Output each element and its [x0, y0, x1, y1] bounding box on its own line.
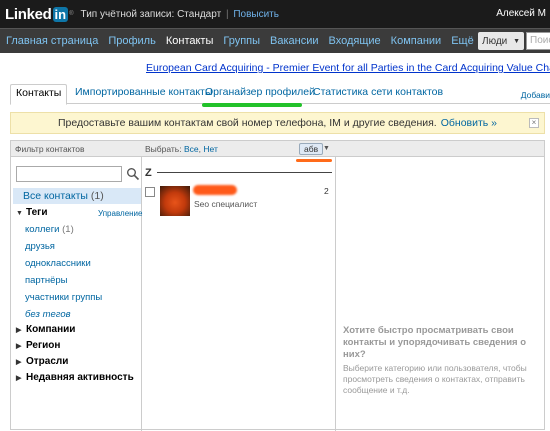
main-nav: Главная страница Профиль Контакты Группы…	[0, 28, 550, 53]
tab-profile-organizer[interactable]: Органайзер профилей	[205, 86, 315, 98]
nav-item-more[interactable]: Ещё	[451, 35, 474, 47]
tab-network-statistics[interactable]: Статистика сети контактов	[313, 86, 443, 98]
category-label: Регион	[26, 340, 61, 351]
people-search-dropdown[interactable]: Люди ▼	[478, 32, 524, 50]
tag-item-partners[interactable]: партнёры	[25, 275, 68, 286]
upgrade-link[interactable]: Повысить	[233, 9, 279, 20]
user-name[interactable]: Алексей М	[496, 8, 546, 19]
contacts-tabs: Контакты Импортированные контакты Органа…	[10, 84, 550, 105]
tag-item-classmates[interactable]: одноклассники	[25, 258, 91, 269]
logo-registered-mark: ®	[69, 10, 74, 17]
manage-tags-link[interactable]: Управление	[98, 209, 142, 218]
top-bar: Linked in ® Тип учётной записи: Стандарт…	[0, 0, 550, 28]
tag-item-colleagues[interactable]: коллеги (1)	[25, 224, 74, 235]
search-input[interactable]: Поис	[526, 32, 550, 50]
close-icon[interactable]: ×	[529, 118, 539, 128]
highlight-underline-orange	[296, 159, 332, 162]
avatar[interactable]	[160, 186, 190, 216]
update-link[interactable]: Обновить »	[441, 117, 497, 129]
column-divider-right	[335, 157, 336, 431]
search-icon[interactable]	[126, 167, 140, 181]
sort-alphabetical-button[interactable]: абв	[299, 143, 324, 155]
linkedin-logo[interactable]: Linked in ®	[5, 6, 74, 23]
tag-label: коллеги	[25, 224, 60, 235]
help-body: Выберите категорию или пользователя, что…	[343, 363, 527, 395]
contact-checkbox[interactable]	[145, 187, 155, 197]
column-divider-left	[141, 157, 142, 431]
panel-header: Фильтр контактов Выбрать: Все, Нет абв ▼	[11, 141, 544, 157]
all-contacts-count: (1)	[90, 190, 104, 202]
add-connections-link[interactable]: Добави	[521, 90, 550, 100]
contact-headline: Seo специалист	[194, 199, 258, 209]
collapsed-triangle-icon: ▶	[16, 343, 22, 350]
account-info: Тип учётной записи: Стандарт | Повысить	[81, 9, 279, 20]
select-all-link[interactable]: Все	[184, 144, 199, 154]
nav-item-inbox[interactable]: Входящие	[329, 35, 381, 47]
contacts-panel: Фильтр контактов Выбрать: Все, Нет абв ▼…	[10, 140, 545, 431]
collapsed-triangle-icon: ▶	[16, 327, 22, 334]
filter-category-industries[interactable]: ▶ Отрасли	[16, 356, 68, 367]
people-dropdown-label: Люди	[482, 35, 508, 47]
tags-label: Теги	[26, 207, 48, 218]
category-label: Недавняя активность	[26, 372, 134, 383]
collapsed-triangle-icon: ▶	[16, 375, 22, 382]
sort-chevron-down-icon[interactable]: ▼	[323, 145, 330, 152]
nav-item-home[interactable]: Главная страница	[6, 35, 98, 47]
category-label: Отрасли	[26, 356, 69, 367]
letter-group-heading: Z	[145, 167, 152, 179]
account-type: Тип учётной записи: Стандарт	[80, 8, 222, 20]
contact-connection-count: 2	[324, 186, 329, 196]
notice-banner: Предоставьте вашим контактам свой номер …	[10, 112, 545, 134]
filter-category-recent-activity[interactable]: ▶ Недавняя активность	[16, 372, 134, 383]
tag-item-friends[interactable]: друзья	[25, 241, 55, 252]
contact-name-redacted[interactable]	[193, 185, 237, 195]
tag-item-group-members[interactable]: участники группы	[25, 292, 102, 303]
category-label: Компании	[26, 324, 76, 335]
notice-text: Предоставьте вашим контактам свой номер …	[57, 117, 437, 129]
nav-item-groups[interactable]: Группы	[223, 35, 260, 47]
nav-item-profile[interactable]: Профиль	[108, 35, 156, 47]
nav-item-companies[interactable]: Компании	[391, 35, 442, 47]
filter-category-region[interactable]: ▶ Регион	[16, 340, 60, 351]
tab-contacts[interactable]: Контакты	[10, 84, 68, 105]
chevron-down-icon: ▼	[513, 37, 520, 45]
expanded-triangle-icon: ▼	[16, 210, 23, 217]
select-separator: ,	[198, 144, 202, 154]
select-none-link[interactable]: Нет	[203, 144, 217, 154]
filter-category-tags[interactable]: ▼ Теги	[16, 207, 47, 218]
filter-category-companies[interactable]: ▶ Компании	[16, 324, 75, 335]
ad-link[interactable]: European Card Acquiring - Premier Event …	[146, 62, 550, 74]
logo-in-badge: in	[52, 6, 69, 22]
help-title: Хотите быстро просматривать свои контакт…	[343, 325, 527, 360]
tag-item-untagged[interactable]: без тегов	[25, 309, 71, 320]
nav-item-contacts[interactable]: Контакты	[166, 35, 214, 47]
all-contacts-label: Все контакты	[23, 190, 88, 202]
nav-item-jobs[interactable]: Вакансии	[270, 35, 319, 47]
letter-group-divider	[157, 172, 332, 173]
help-hint: Хотите быстро просматривать свои контакт…	[343, 325, 533, 396]
account-separator: |	[225, 8, 229, 20]
tab-imported-contacts[interactable]: Импортированные контакты	[75, 86, 212, 98]
collapsed-triangle-icon: ▶	[16, 359, 22, 366]
tag-count: (1)	[62, 224, 74, 235]
filter-title: Фильтр контактов	[15, 144, 85, 154]
logo-text: Linked	[5, 5, 52, 23]
all-contacts-item[interactable]: Все контакты (1)	[13, 188, 141, 204]
highlight-underline-green	[202, 103, 302, 107]
select-label: Выбрать:	[145, 144, 182, 154]
select-controls: Выбрать: Все, Нет	[145, 144, 218, 154]
contact-filter-input[interactable]	[16, 166, 122, 182]
